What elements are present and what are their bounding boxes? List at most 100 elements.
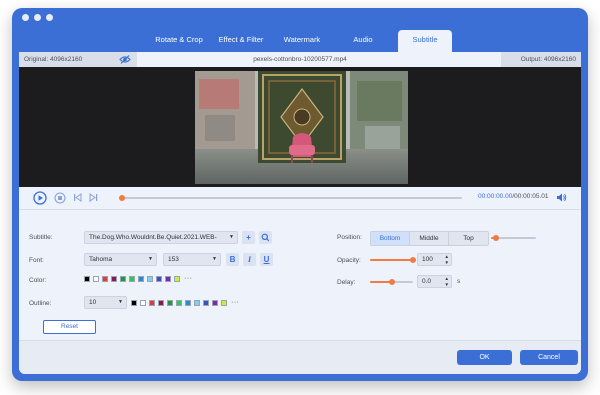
total-time: /00:00:05.01 <box>512 193 549 200</box>
color-swatch-11[interactable] <box>174 275 180 282</box>
progress-slider[interactable] <box>119 195 462 201</box>
font-label: Font: <box>29 257 44 264</box>
ok-button[interactable]: OK <box>457 350 512 365</box>
delay-value: 0.0 <box>422 278 432 285</box>
tab-effect-filter[interactable]: Effect & Filter <box>212 30 270 52</box>
color-swatch-2[interactable] <box>93 275 99 282</box>
opacity-value: 100 <box>422 256 433 263</box>
opacity-slider-knob[interactable] <box>410 257 416 263</box>
volume-icon[interactable] <box>556 192 567 203</box>
eye-icon[interactable] <box>119 54 131 65</box>
position-label: Position: <box>337 234 362 241</box>
color-swatch-8[interactable] <box>147 275 153 282</box>
outline-swatch-8[interactable] <box>194 299 200 306</box>
stop-icon[interactable] <box>54 192 66 204</box>
opacity-stepper[interactable]: 100 ▲ ▼ <box>417 253 452 266</box>
color-swatch-10[interactable] <box>165 275 171 282</box>
video-preview <box>19 67 581 187</box>
color-swatch-5[interactable] <box>120 275 126 282</box>
delay-stepper[interactable]: 0.0 ▲ ▼ <box>417 275 452 288</box>
tab-subtitle[interactable]: Subtitle <box>398 30 452 52</box>
font-size-value: 153 <box>168 256 179 263</box>
dialog-footer: OK Cancel <box>19 340 581 374</box>
delay-label: Delay: <box>337 279 356 286</box>
play-icon[interactable] <box>33 191 47 205</box>
outline-swatch-3[interactable] <box>149 299 155 306</box>
outline-swatch-7[interactable] <box>185 299 191 306</box>
position-segmented-control: Bottom Middle Top <box>370 231 489 246</box>
font-family-select[interactable]: Tahoma ▼ <box>84 253 157 266</box>
position-slider-knob[interactable] <box>492 235 499 241</box>
color-swatch-1[interactable] <box>84 275 90 282</box>
outline-swatch-4[interactable] <box>158 299 164 306</box>
outline-swatch-10[interactable] <box>212 299 218 306</box>
italic-button[interactable]: I <box>243 253 256 266</box>
info-bar: pexels-cottonbro-10200577.mp4 Original: … <box>19 52 581 67</box>
color-swatch-9[interactable] <box>156 275 162 282</box>
outline-swatch-1[interactable] <box>131 299 137 306</box>
color-swatches: ··· <box>84 275 193 282</box>
video-editor-window: Rotate & Crop Effect & Filter Watermark … <box>12 8 588 381</box>
tab-audio[interactable]: Audio <box>336 30 390 52</box>
current-time: 00:00:00.00 <box>478 193 513 200</box>
color-swatch-4[interactable] <box>111 275 117 282</box>
original-resolution-text: Original: 4096x2160 <box>24 56 83 63</box>
window-controls <box>22 14 53 21</box>
maximize-window-button[interactable] <box>46 14 53 21</box>
outline-swatch-2[interactable] <box>140 299 146 306</box>
delay-slider-knob[interactable] <box>388 279 395 285</box>
next-frame-icon[interactable] <box>89 193 98 202</box>
outline-swatch-6[interactable] <box>176 299 182 306</box>
font-size-select[interactable]: 153 ▼ <box>163 253 221 266</box>
search-icon <box>261 233 270 242</box>
outline-more-colors-icon[interactable]: ··· <box>231 299 240 306</box>
color-more-colors-icon[interactable]: ··· <box>184 275 193 282</box>
outline-width-value: 10 <box>89 299 97 306</box>
opacity-label: Opacity: <box>337 257 361 264</box>
time-display: 00:00:00.00/00:00:05.01 <box>478 193 549 200</box>
search-subtitle-button[interactable] <box>259 231 272 244</box>
add-subtitle-button[interactable]: + <box>242 231 255 244</box>
reset-button[interactable]: Reset <box>43 320 96 334</box>
minimize-window-button[interactable] <box>34 14 41 21</box>
chevron-down-icon: ▼ <box>118 299 123 305</box>
stepper-arrows-icon[interactable]: ▲ ▼ <box>445 254 449 265</box>
chevron-down-icon: ▼ <box>229 234 234 240</box>
tab-watermark[interactable]: Watermark <box>274 30 330 52</box>
delay-slider[interactable] <box>370 279 413 285</box>
chevron-down-icon: ▼ <box>148 256 153 262</box>
color-swatch-3[interactable] <box>102 275 108 282</box>
stepper-arrows-icon[interactable]: ▲ ▼ <box>445 276 449 287</box>
position-middle-option[interactable]: Middle <box>410 232 449 245</box>
outline-label: Outline: <box>29 300 52 307</box>
underline-button[interactable]: U <box>260 253 273 266</box>
outline-swatch-11[interactable] <box>221 299 227 306</box>
outline-swatch-5[interactable] <box>167 299 173 306</box>
bold-button[interactable]: B <box>226 253 239 266</box>
divider <box>19 209 581 210</box>
video-frame-image <box>195 71 408 184</box>
close-window-button[interactable] <box>22 14 29 21</box>
subtitle-select-value: The.Dog.Who.Wouldnt.Be.Quiet.2021.WEB- <box>89 234 217 241</box>
opacity-slider[interactable] <box>370 257 416 263</box>
subtitle-panel: pexels-cottonbro-10200577.mp4 Original: … <box>19 52 581 374</box>
tab-rotate-crop[interactable]: Rotate & Crop <box>150 30 208 52</box>
cancel-button[interactable]: Cancel <box>520 350 578 365</box>
position-slider[interactable] <box>491 235 536 241</box>
previous-frame-icon[interactable] <box>73 193 82 202</box>
subtitle-label: Subtitle: <box>29 234 53 241</box>
color-swatch-7[interactable] <box>138 275 144 282</box>
output-resolution: Output: 4096x2160 <box>501 52 581 67</box>
font-family-value: Tahoma <box>89 256 113 263</box>
color-swatch-6[interactable] <box>129 275 135 282</box>
position-top-option[interactable]: Top <box>449 232 488 245</box>
outline-swatches: ··· <box>131 299 240 306</box>
delay-unit: s <box>457 278 461 285</box>
outline-swatch-9[interactable] <box>203 299 209 306</box>
color-label: Color: <box>29 277 47 284</box>
progress-knob[interactable] <box>119 195 125 201</box>
playback-controls: 00:00:00.00/00:00:05.01 <box>19 187 581 209</box>
position-bottom-option[interactable]: Bottom <box>371 232 410 245</box>
subtitle-select[interactable]: The.Dog.Who.Wouldnt.Be.Quiet.2021.WEB- ▼ <box>84 231 238 244</box>
outline-width-select[interactable]: 10 ▼ <box>84 296 127 309</box>
